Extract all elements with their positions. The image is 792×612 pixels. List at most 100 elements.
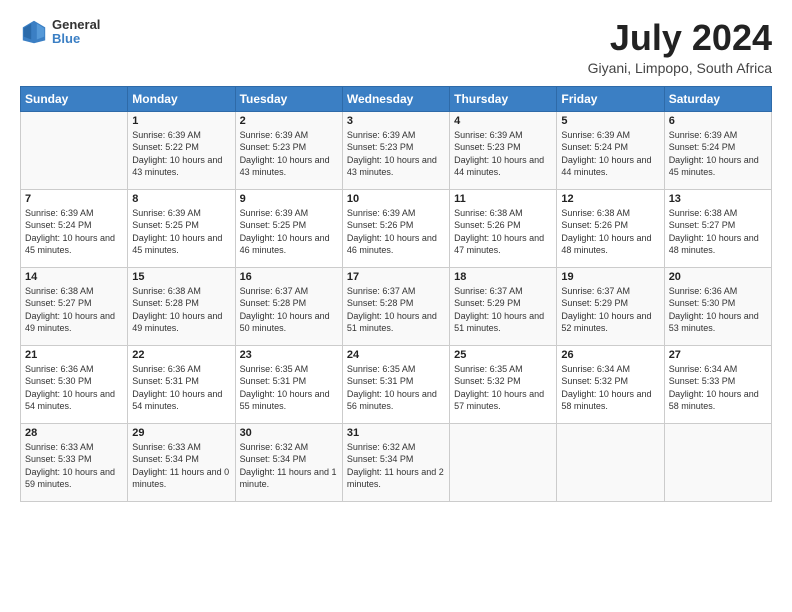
day-info: Sunrise: 6:38 AM Sunset: 5:26 PM Dayligh… [454,207,552,257]
logo-text: General Blue [52,18,100,47]
day-info: Sunrise: 6:37 AM Sunset: 5:28 PM Dayligh… [240,285,338,335]
day-info: Sunrise: 6:36 AM Sunset: 5:30 PM Dayligh… [669,285,767,335]
day-info: Sunrise: 6:32 AM Sunset: 5:34 PM Dayligh… [347,441,445,491]
day-info: Sunrise: 6:34 AM Sunset: 5:32 PM Dayligh… [561,363,659,413]
calendar-cell [557,423,664,501]
day-info: Sunrise: 6:32 AM Sunset: 5:34 PM Dayligh… [240,441,338,491]
calendar-cell: 29 Sunrise: 6:33 AM Sunset: 5:34 PM Dayli… [128,423,235,501]
calendar-cell: 6Sunrise: 6:39 AM Sunset: 5:24 PM Daylig… [664,111,771,189]
calendar-cell: 5 Sunrise: 6:39 AM Sunset: 5:24 PM Daylig… [557,111,664,189]
header-sunday: Sunday [21,86,128,111]
day-info: Sunrise: 6:34 AM Sunset: 5:33 PM Dayligh… [669,363,767,413]
calendar-cell: 13 Sunrise: 6:38 AM Sunset: 5:27 PM Dayli… [664,189,771,267]
calendar-cell: 14 Sunrise: 6:38 AM Sunset: 5:27 PM Dayli… [21,267,128,345]
calendar-cell [450,423,557,501]
day-number: 15 [132,271,230,283]
header-monday: Monday [128,86,235,111]
day-info: Sunrise: 6:39 AM Sunset: 5:25 PM Dayligh… [240,207,338,257]
title-area: July 2024 Giyani, Limpopo, South Africa [588,18,772,76]
calendar-cell: 12Sunrise: 6:38 AM Sunset: 5:26 PM Dayli… [557,189,664,267]
day-number: 13 [669,193,767,205]
day-number: 27 [669,349,767,361]
day-info: Sunrise: 6:37 AM Sunset: 5:29 PM Dayligh… [454,285,552,335]
calendar-cell: 10 Sunrise: 6:39 AM Sunset: 5:26 PM Dayli… [342,189,449,267]
location: Giyani, Limpopo, South Africa [588,60,772,76]
day-info: Sunrise: 6:36 AM Sunset: 5:30 PM Dayligh… [25,363,123,413]
day-number: 5 [561,115,659,127]
header-saturday: Saturday [664,86,771,111]
header-friday: Friday [557,86,664,111]
calendar-cell: 23 Sunrise: 6:35 AM Sunset: 5:31 PM Dayli… [235,345,342,423]
day-number: 22 [132,349,230,361]
day-info: Sunrise: 6:33 AM Sunset: 5:34 PM Dayligh… [132,441,230,491]
calendar-cell: 27 Sunrise: 6:34 AM Sunset: 5:33 PM Dayli… [664,345,771,423]
calendar-cell: 9 Sunrise: 6:39 AM Sunset: 5:25 PM Daylig… [235,189,342,267]
calendar-cell: 18Sunrise: 6:37 AM Sunset: 5:29 PM Dayli… [450,267,557,345]
day-number: 17 [347,271,445,283]
header-thursday: Thursday [450,86,557,111]
calendar-cell [21,111,128,189]
calendar-cell: 20 Sunrise: 6:36 AM Sunset: 5:30 PM Dayli… [664,267,771,345]
day-info: Sunrise: 6:38 AM Sunset: 5:27 PM Dayligh… [25,285,123,335]
day-number: 1 [132,115,230,127]
day-info: Sunrise: 6:33 AM Sunset: 5:33 PM Dayligh… [25,441,123,491]
day-number: 25 [454,349,552,361]
day-info: Sunrise: 6:38 AM Sunset: 5:28 PM Dayligh… [132,285,230,335]
calendar-table: Sunday Monday Tuesday Wednesday Thursday… [20,86,772,502]
calendar-cell: 4 Sunrise: 6:39 AM Sunset: 5:23 PM Daylig… [450,111,557,189]
day-info: Sunrise: 6:39 AM Sunset: 5:23 PM Dayligh… [240,129,338,179]
day-number: 4 [454,115,552,127]
logo-icon [20,18,48,46]
day-number: 16 [240,271,338,283]
day-number: 7 [25,193,123,205]
logo-line2: Blue [52,32,100,46]
day-number: 9 [240,193,338,205]
day-number: 2 [240,115,338,127]
calendar-cell: 24Sunrise: 6:35 AM Sunset: 5:31 PM Dayli… [342,345,449,423]
calendar-cell [664,423,771,501]
day-info: Sunrise: 6:38 AM Sunset: 5:26 PM Dayligh… [561,207,659,257]
calendar-cell: 17 Sunrise: 6:37 AM Sunset: 5:28 PM Dayli… [342,267,449,345]
logo-line1: General [52,18,100,32]
day-number: 29 [132,427,230,439]
calendar-cell: 19Sunrise: 6:37 AM Sunset: 5:29 PM Dayli… [557,267,664,345]
day-number: 31 [347,427,445,439]
day-number: 20 [669,271,767,283]
day-number: 30 [240,427,338,439]
day-info: Sunrise: 6:39 AM Sunset: 5:23 PM Dayligh… [347,129,445,179]
calendar-cell: 15 Sunrise: 6:38 AM Sunset: 5:28 PM Dayli… [128,267,235,345]
calendar-cell: 2 Sunrise: 6:39 AM Sunset: 5:23 PM Daylig… [235,111,342,189]
calendar-cell: 1 Sunrise: 6:39 AM Sunset: 5:22 PM Daylig… [128,111,235,189]
calendar-cell: 16 Sunrise: 6:37 AM Sunset: 5:28 PM Dayli… [235,267,342,345]
day-info: Sunrise: 6:39 AM Sunset: 5:24 PM Dayligh… [561,129,659,179]
calendar-week-2: 7 Sunrise: 6:39 AM Sunset: 5:24 PM Daylig… [21,189,772,267]
day-info: Sunrise: 6:37 AM Sunset: 5:28 PM Dayligh… [347,285,445,335]
day-info: Sunrise: 6:39 AM Sunset: 5:22 PM Dayligh… [132,129,230,179]
calendar-cell: 30 Sunrise: 6:32 AM Sunset: 5:34 PM Dayli… [235,423,342,501]
day-info: Sunrise: 6:35 AM Sunset: 5:31 PM Dayligh… [347,363,445,413]
day-info: Sunrise: 6:39 AM Sunset: 5:23 PM Dayligh… [454,129,552,179]
day-info: Sunrise: 6:35 AM Sunset: 5:31 PM Dayligh… [240,363,338,413]
calendar-cell: 25 Sunrise: 6:35 AM Sunset: 5:32 PM Dayli… [450,345,557,423]
header-tuesday: Tuesday [235,86,342,111]
day-number: 6 [669,115,767,127]
calendar-cell: 7 Sunrise: 6:39 AM Sunset: 5:24 PM Daylig… [21,189,128,267]
day-info: Sunrise: 6:39 AM Sunset: 5:26 PM Dayligh… [347,207,445,257]
day-number: 11 [454,193,552,205]
calendar-body: 1 Sunrise: 6:39 AM Sunset: 5:22 PM Daylig… [21,111,772,501]
day-number: 28 [25,427,123,439]
calendar-cell: 8 Sunrise: 6:39 AM Sunset: 5:25 PM Daylig… [128,189,235,267]
day-number: 10 [347,193,445,205]
day-info: Sunrise: 6:38 AM Sunset: 5:27 PM Dayligh… [669,207,767,257]
logo: General Blue [20,18,100,47]
day-number: 23 [240,349,338,361]
day-number: 14 [25,271,123,283]
day-number: 8 [132,193,230,205]
calendar-cell: 21Sunrise: 6:36 AM Sunset: 5:30 PM Dayli… [21,345,128,423]
day-info: Sunrise: 6:39 AM Sunset: 5:24 PM Dayligh… [25,207,123,257]
calendar-week-4: 21Sunrise: 6:36 AM Sunset: 5:30 PM Dayli… [21,345,772,423]
calendar-cell: 28 Sunrise: 6:33 AM Sunset: 5:33 PM Dayli… [21,423,128,501]
page: General Blue July 2024 Giyani, Limpopo, … [0,0,792,512]
day-info: Sunrise: 6:39 AM Sunset: 5:25 PM Dayligh… [132,207,230,257]
day-info: Sunrise: 6:35 AM Sunset: 5:32 PM Dayligh… [454,363,552,413]
